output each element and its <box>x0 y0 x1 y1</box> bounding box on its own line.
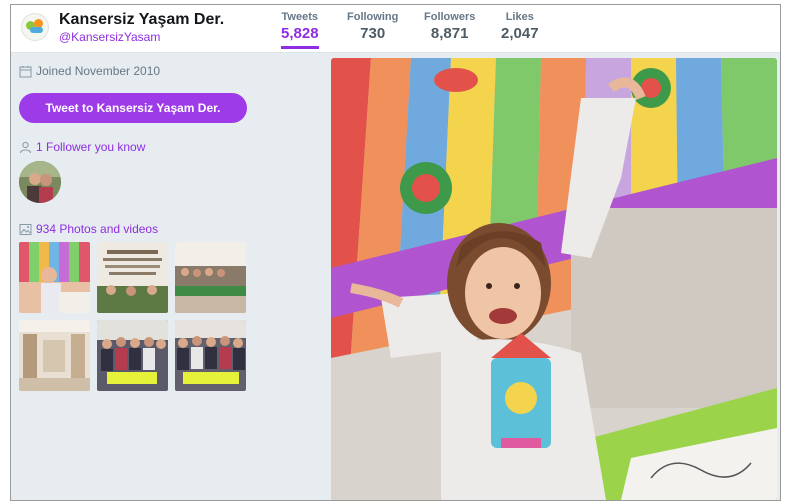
profile-handle[interactable]: @KansersizYasam <box>59 30 160 44</box>
profile-name[interactable]: Kansersiz Yaşam Der. <box>59 11 224 29</box>
stat-likes-label: Likes <box>505 11 534 23</box>
photo-icon <box>19 223 32 236</box>
profile-sidebar: Joined November 2010 Tweet to Kansersiz … <box>11 54 269 500</box>
calendar-icon <box>19 65 32 78</box>
photo-thumbnail[interactable] <box>19 320 90 391</box>
photo-thumbnail[interactable] <box>175 320 246 391</box>
photos-videos-link[interactable]: 934 Photos and videos <box>19 222 158 236</box>
stat-tweets-value: 5,828 <box>281 25 319 42</box>
profile-header-bar: Kansersiz Yaşam Der. @KansersizYasam Twe… <box>11 5 780 53</box>
photo-thumbnail[interactable] <box>97 242 168 313</box>
stat-followers-label: Followers <box>424 11 476 23</box>
profile-window: Kansersiz Yaşam Der. @KansersizYasam Twe… <box>10 4 781 501</box>
stat-tweets-label: Tweets <box>281 11 319 23</box>
photos-videos-text: 934 Photos and videos <box>36 222 159 236</box>
main-photo[interactable] <box>331 58 777 500</box>
stat-followers[interactable]: Followers 8,871 <box>424 11 475 42</box>
stat-following-value: 730 <box>360 25 386 42</box>
profile-logo[interactable] <box>21 13 49 41</box>
person-icon <box>19 141 32 154</box>
photo-thumbnail[interactable] <box>19 242 90 313</box>
photo-thumbnail[interactable] <box>175 242 246 313</box>
photo-thumbnail[interactable] <box>97 320 168 391</box>
followers-you-know-text: 1 Follower you know <box>36 140 146 154</box>
joined-date: Joined November 2010 <box>19 64 160 78</box>
followers-you-know-link[interactable]: 1 Follower you know <box>19 140 145 154</box>
stat-likes[interactable]: Likes 2,047 <box>501 11 539 42</box>
joined-text: Joined November 2010 <box>36 64 161 78</box>
stat-tweets[interactable]: Tweets 5,828 <box>281 11 319 49</box>
stat-following-label: Following <box>347 11 399 23</box>
stat-following[interactable]: Following 730 <box>347 11 398 42</box>
tweet-to-button[interactable]: Tweet to Kansersiz Yaşam Der. <box>19 93 247 123</box>
stat-likes-value: 2,047 <box>501 25 539 42</box>
follower-avatar[interactable] <box>19 161 61 203</box>
stat-followers-value: 8,871 <box>430 25 469 42</box>
